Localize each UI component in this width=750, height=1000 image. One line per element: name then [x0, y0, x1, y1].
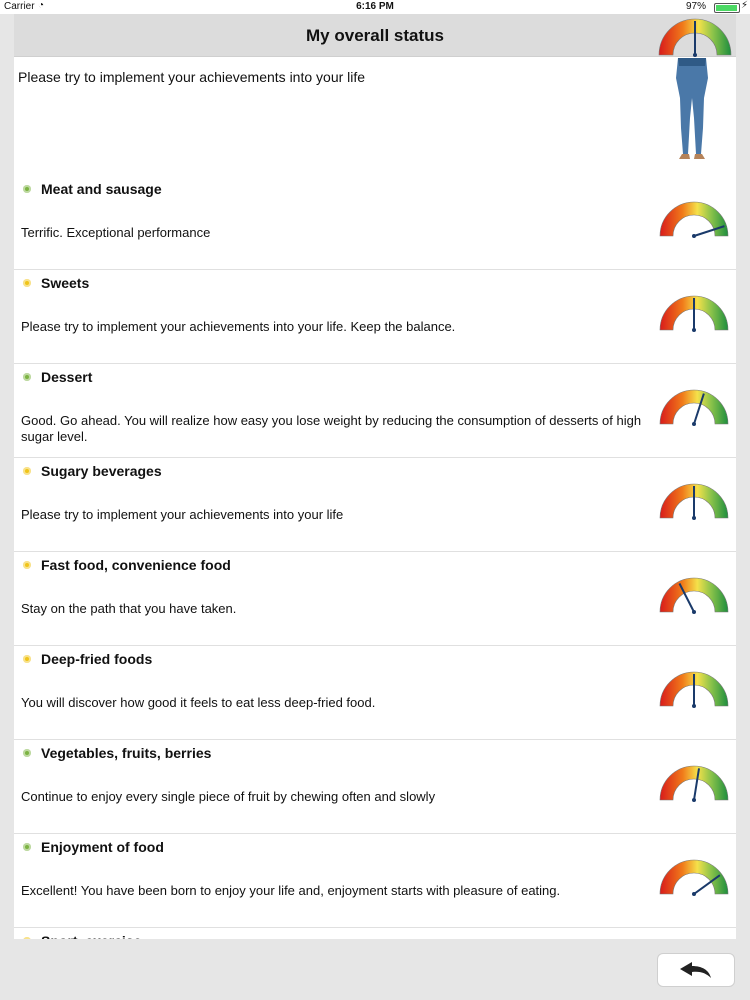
- gauge-icon: [659, 859, 729, 896]
- list-item[interactable]: Dessert Good. Go ahead. You will realize …: [14, 364, 736, 458]
- gauge-hub: [692, 234, 696, 238]
- category-list: Meat and sausage Terrific. Exceptional pe…: [14, 176, 736, 939]
- item-title: Sport, exercise: [41, 933, 141, 939]
- status-dot-icon: [23, 185, 31, 193]
- gauge-hub: [692, 798, 696, 802]
- list-item[interactable]: Sweets Please try to implement your achie…: [14, 270, 736, 364]
- list-item[interactable]: Sugary beverages Please try to implement …: [14, 458, 736, 552]
- status-dot-icon: [23, 467, 31, 475]
- gauge-hub: [692, 892, 696, 896]
- gauge-arc: [659, 577, 729, 613]
- item-title: Vegetables, fruits, berries: [41, 745, 212, 761]
- gauge-hub: [692, 610, 696, 614]
- item-description: Stay on the path that you have taken.: [21, 601, 237, 616]
- status-bar: Carrier ◔ 6:16 PM 97% ⚡: [0, 0, 750, 14]
- battery-percent: 97%: [685, 1, 706, 12]
- status-dot-icon: [23, 655, 31, 663]
- item-description: Good. Go ahead. You will realize how eas…: [21, 413, 642, 444]
- gauge-icon: [659, 765, 729, 802]
- header-bar: My overall status: [14, 14, 736, 57]
- back-button[interactable]: [657, 953, 735, 987]
- gauge-hub: [692, 704, 696, 708]
- list-item[interactable]: Enjoyment of food Excellent! You have bee…: [14, 834, 736, 928]
- status-card: My overall status Please try to implemen…: [14, 14, 736, 939]
- item-description: Please try to implement your achievement…: [21, 507, 344, 522]
- item-title: Deep-fried foods: [41, 651, 153, 667]
- item-title: Fast food, convenience food: [41, 557, 231, 573]
- list-item[interactable]: Meat and sausage Terrific. Exceptional pe…: [14, 176, 736, 270]
- gauge-icon: [659, 295, 729, 332]
- battery-icon: [714, 3, 740, 13]
- gauge-hub: [693, 53, 697, 57]
- item-title: Meat and sausage: [41, 181, 162, 197]
- reply-arrow-icon: [680, 962, 711, 978]
- item-title: Enjoyment of food: [41, 839, 164, 855]
- status-dot-icon: [23, 279, 31, 287]
- intro-text: Please try to implement your achievement…: [18, 69, 366, 85]
- gauge-arc: [659, 389, 729, 425]
- page-title: My overall status: [306, 26, 444, 45]
- charging-icon: ⚡: [740, 0, 748, 11]
- item-title: Sweets: [41, 275, 90, 291]
- item-description: Continue to enjoy every single piece of …: [21, 789, 436, 804]
- item-title: Dessert: [41, 369, 93, 385]
- list-item[interactable]: Sport, exercise: [14, 928, 736, 939]
- gauge-icon: [659, 577, 729, 614]
- item-description: Terrific. Exceptional performance: [21, 225, 211, 240]
- item-description: Please try to implement your achievement…: [21, 319, 456, 334]
- status-dot-icon: [23, 843, 31, 851]
- overall-gauge-icon: [658, 18, 732, 57]
- gauge-icon: [659, 201, 729, 238]
- gauge-icon: [659, 671, 729, 708]
- gauge-hub: [692, 516, 696, 520]
- item-title: Sugary beverages: [41, 463, 162, 479]
- item-description: Excellent! You have been born to enjoy y…: [21, 883, 561, 898]
- gauge-hub: [692, 422, 696, 426]
- item-description: You will discover how good it feels to e…: [21, 695, 376, 710]
- status-dot-icon: [23, 937, 31, 939]
- status-dot-icon: [23, 561, 31, 569]
- gauge-icon: [659, 483, 729, 520]
- gauge-icon: [659, 389, 729, 426]
- list-item[interactable]: Deep-fried foods You will discover how go…: [14, 646, 736, 740]
- status-dot-icon: [23, 749, 31, 757]
- gauge-arc: [659, 201, 729, 237]
- list-item[interactable]: Vegetables, fruits, berries Continue to e…: [14, 740, 736, 834]
- person-jeans-icon: [676, 58, 708, 159]
- clock-label: 6:16 PM: [356, 1, 394, 12]
- status-dot-icon: [23, 373, 31, 381]
- gauge-hub: [692, 328, 696, 332]
- list-item[interactable]: Fast food, convenience food Stay on the p…: [14, 552, 736, 646]
